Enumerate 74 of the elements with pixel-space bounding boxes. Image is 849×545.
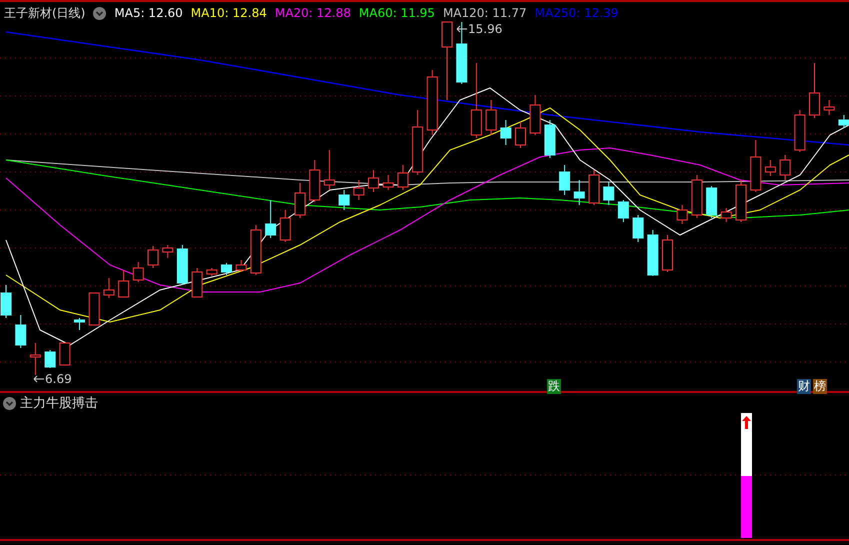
candlestick [750,140,762,192]
moving-average-value: MA20: 12.88 [274,5,351,22]
candlestick [162,244,174,258]
candlestick [691,174,702,218]
indicator-title: 主力牛股搏击 [20,395,98,413]
candlestick [780,154,791,180]
candlestick [338,190,350,210]
candlestick [632,214,644,242]
price-label: 15.96 [468,21,502,38]
moving-average-value: MA120: 11.77 [442,5,527,22]
candlestick [265,200,276,238]
candlestick [456,22,468,84]
candlestick [500,120,512,146]
dropdown-icon[interactable] [3,397,16,410]
candlestick [221,262,232,276]
stock-title: 王子新材(日线) [4,5,86,22]
candlestick [382,174,394,190]
moving-average-value: MA10: 12.84 [190,5,267,22]
candlestick [794,110,806,152]
candlestick [676,204,688,224]
candlestick [706,186,718,218]
dropdown-icon[interactable] [93,6,106,20]
candlestick [192,268,203,298]
candlestick [236,260,247,272]
candlestick [15,314,26,348]
arrow-icon [33,375,45,383]
candlestick [662,234,673,272]
candlestick [30,342,41,376]
candlestick [148,246,158,268]
candlestick [44,350,56,368]
candlestick [824,100,835,116]
candlestick [206,268,218,276]
candlestick [720,208,732,222]
candlestick [838,114,849,128]
candlestick [574,180,585,206]
candlestick [88,292,100,326]
candlestick [309,160,320,202]
arrow-icon [456,25,468,33]
candlestick [764,160,776,176]
candlestick [74,318,85,330]
up-arrow-icon [742,416,751,429]
candlestick [250,224,262,276]
candlestick [324,150,335,190]
moving-average-value: MA250: 12.39 [534,5,618,22]
candlestick [588,170,600,206]
moving-average-value: MA5: 12.60 [114,5,183,22]
candlestick [544,120,556,158]
candlestick [426,70,438,136]
candlestick [412,110,424,176]
candlestick [280,210,291,242]
signal-tag: 跌 [547,379,561,394]
candlestick [176,244,188,286]
candlestick [559,164,570,196]
candlestick [486,100,497,136]
candlestick [353,180,364,200]
candlestick [118,270,130,298]
candlestick [515,122,526,148]
candlestick [530,94,541,136]
price-label: 6.69 [45,371,72,388]
candlestick [809,62,820,118]
candlestick [0,284,12,318]
candlestick [103,278,114,298]
candlestick [736,180,746,222]
candlestick [647,230,658,276]
candlestick [294,182,306,218]
candlestick [59,342,70,366]
signal-tag: 财 [797,379,811,394]
candlestick [132,262,144,282]
signal-tag: 榜 [813,379,827,394]
candlestick [603,182,614,206]
candlestick [618,200,629,222]
candlestick [368,170,379,192]
moving-average-value: MA60: 11.95 [358,5,435,22]
candlestick [397,164,408,190]
